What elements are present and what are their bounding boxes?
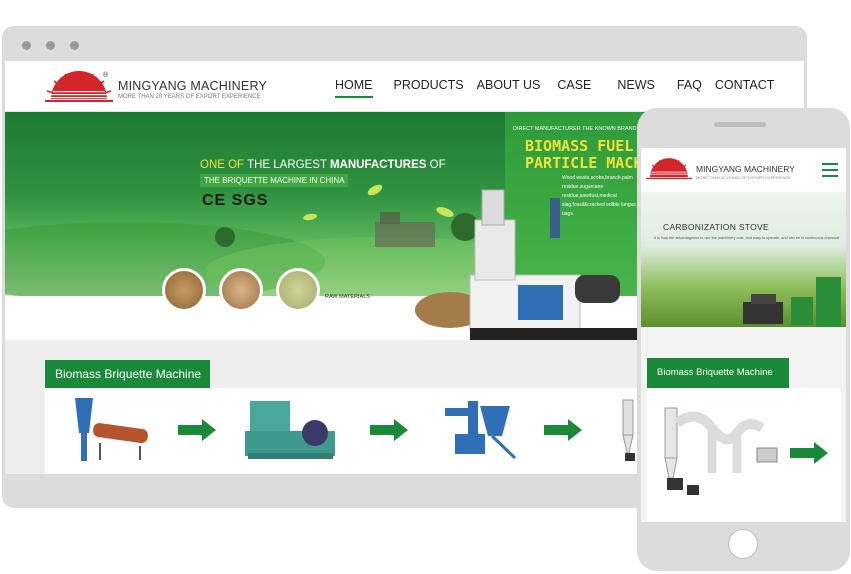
hero-headline-part: THE LARGEST: [247, 159, 327, 171]
mobile-header: MINGYANG MACHINERY MORE THAN 20 YEARS OF…: [641, 148, 846, 192]
raw-material-image: [219, 268, 263, 312]
hero-headline-part: OF: [429, 159, 446, 171]
phone-speaker: [714, 122, 766, 127]
nav-faq[interactable]: FAQ: [677, 78, 702, 98]
mobile-banner[interactable]: CARBONIZATION STOVE It is how the advant…: [641, 192, 846, 327]
mobile-phone-frame: MINGYANG MACHINERY MORE THAN 20 YEARS OF…: [637, 108, 850, 571]
hammer-mill-image[interactable]: [440, 396, 525, 464]
window-dot: [22, 41, 31, 50]
airflow-dryer-image[interactable]: [657, 403, 782, 503]
phone-home-button[interactable]: [728, 529, 758, 559]
mobile-product-strip: [647, 388, 841, 522]
brand-name: MINGYANG MACHINERY: [118, 79, 267, 93]
promo-description: Wood waste,scobs,branch,palm residue,sug…: [562, 175, 636, 217]
mobile-brand-tagline: MORE THAN 20 YEARS OF EXPORT EXPERIENCE: [696, 175, 792, 180]
registered-mark: ®: [103, 71, 109, 79]
mobile-banner-title: CARBONIZATION STOVE: [663, 222, 769, 232]
menu-icon[interactable]: [822, 163, 838, 177]
nav-home[interactable]: HOME: [335, 78, 373, 98]
window-dot: [46, 41, 55, 50]
raw-material-image: [276, 268, 320, 312]
arrow-right-icon: [370, 419, 408, 441]
main-nav: HOME PRODUCTS ABOUT US CASE NEWS FAQ CON…: [335, 78, 774, 98]
wood-crusher-image[interactable]: [240, 393, 340, 463]
nav-case[interactable]: CASE: [557, 78, 591, 98]
brand-tagline: MORE THAN 20 YEARS OF EXPORT EXPERIENCE: [118, 94, 261, 100]
arrow-right-icon: [544, 419, 582, 441]
rotary-dryer-image[interactable]: [65, 398, 160, 463]
mockup-stage: ® MINGYANG MACHINERY MORE THAN 20 YEARS …: [0, 0, 851, 574]
arrow-right-icon: [178, 419, 216, 441]
site-header: ® MINGYANG MACHINERY MORE THAN 20 YEARS …: [5, 61, 804, 112]
section-title-tab[interactable]: Biomass Briquette Machine: [45, 360, 210, 388]
window-dot: [70, 41, 79, 50]
mobile-banner-subtitle: It is how the advantageous to use the ma…: [654, 236, 839, 240]
hero-subheadline: THE BRIQUETTE MACHINE IN CHINA: [200, 174, 349, 187]
mobile-section-title-tab[interactable]: Biomass Briquette Machine: [647, 358, 789, 388]
site-logo[interactable]: ® MINGYANG MACHINERY MORE THAN 20 YEARS …: [45, 69, 275, 105]
certification-logos: CE SGS: [202, 192, 269, 209]
mobile-brand-name: MINGYANG MACHINERY: [696, 164, 795, 174]
hero-headline-part: MANUFACTURES: [329, 159, 427, 171]
hero-headline: ONE OF THE LARGEST MANUFACTURES OF: [200, 159, 446, 171]
window-controls: [22, 41, 79, 50]
nav-news[interactable]: NEWS: [617, 78, 655, 98]
promo-title-line1: BIOMASS FUEL: [525, 137, 634, 155]
sun-logo-icon[interactable]: [646, 156, 692, 182]
mobile-viewport: MINGYANG MACHINERY MORE THAN 20 YEARS OF…: [641, 148, 846, 522]
arrow-right-icon: [790, 442, 828, 464]
raw-material-image: [162, 268, 206, 312]
hero-headline-part: ONE OF: [200, 159, 245, 171]
nav-about-us[interactable]: ABOUT US: [477, 78, 541, 98]
nav-contact[interactable]: CONTACT: [715, 78, 775, 98]
carbonization-stove-image: [743, 277, 841, 327]
sun-logo-icon: ®: [45, 71, 113, 102]
nav-products[interactable]: PRODUCTS: [394, 78, 464, 98]
raw-materials-label: RAW MATERIALS: [325, 294, 370, 300]
